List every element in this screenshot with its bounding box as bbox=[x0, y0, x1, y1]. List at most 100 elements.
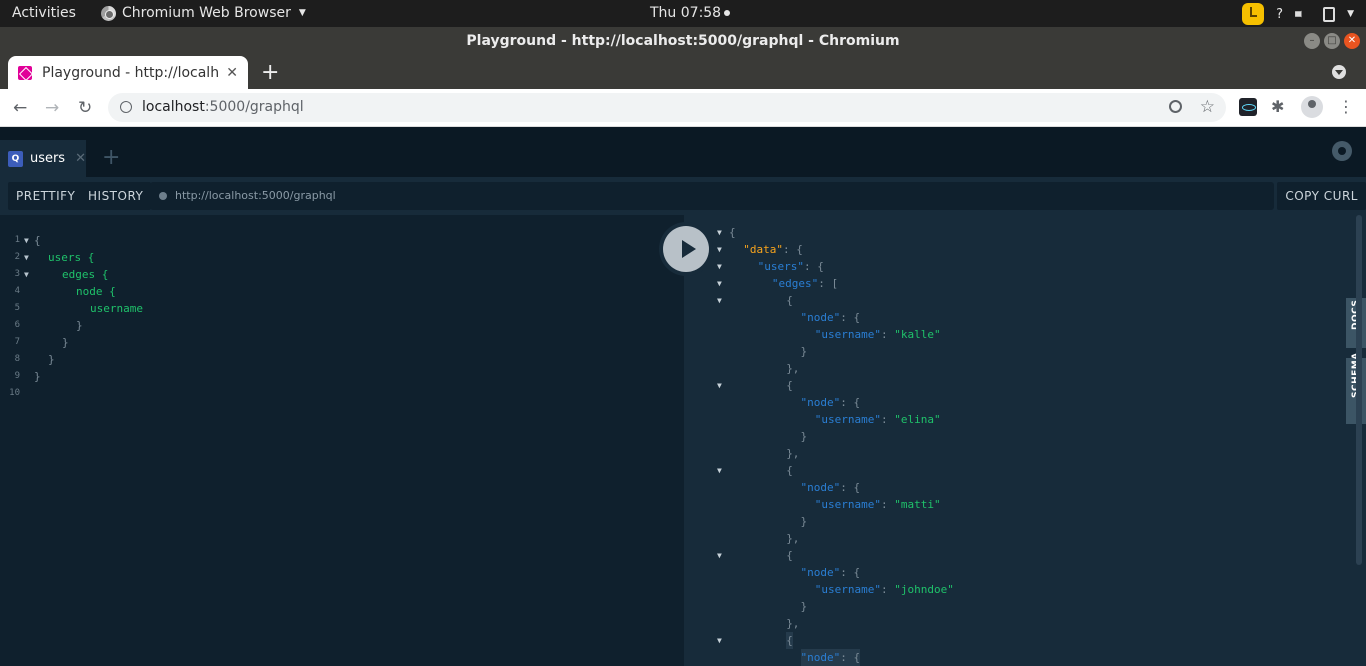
result-punct: { bbox=[786, 294, 793, 307]
copy-curl-button[interactable]: COPY CURL bbox=[1277, 182, 1366, 210]
fold-arrow-icon[interactable]: ▼ bbox=[717, 381, 722, 390]
execute-query-button[interactable] bbox=[659, 222, 713, 276]
browser-tab[interactable]: Playground - http://localh ✕ bbox=[8, 56, 248, 89]
address-bar[interactable]: localhost:5000/graphql ☆ bbox=[108, 93, 1226, 122]
result-punct: { bbox=[786, 379, 793, 392]
profile-avatar-icon[interactable] bbox=[1301, 96, 1323, 118]
fold-arrow-icon[interactable]: ▼ bbox=[717, 228, 722, 237]
result-line: } bbox=[801, 598, 808, 615]
fold-arrow-icon[interactable]: ▼ bbox=[24, 249, 29, 266]
close-playground-tab-icon[interactable]: ✕ bbox=[75, 151, 86, 166]
zoom-icon[interactable] bbox=[1169, 100, 1182, 113]
fold-arrow-icon[interactable]: ▼ bbox=[717, 262, 722, 271]
fold-arrow-icon[interactable]: ▼ bbox=[717, 466, 722, 475]
bookmark-star-icon[interactable]: ☆ bbox=[1200, 93, 1215, 122]
query-line[interactable]: 5 username bbox=[0, 300, 680, 317]
browser-toolbar: ← → ↻ localhost:5000/graphql ☆ ✱ ⋮ bbox=[0, 89, 1366, 127]
result-key: "node" bbox=[800, 396, 841, 409]
query-line[interactable]: 1 ▼ { bbox=[0, 232, 680, 249]
query-line[interactable]: 10 bbox=[0, 385, 680, 402]
result-punct: } bbox=[800, 430, 808, 443]
fold-arrow-icon[interactable]: ▼ bbox=[24, 266, 29, 283]
result-punct: }, bbox=[786, 617, 800, 630]
query-line[interactable]: 4 node { bbox=[0, 283, 680, 300]
site-info-icon[interactable] bbox=[120, 101, 132, 113]
line-number: 4 bbox=[14, 286, 20, 296]
system-menu-arrow-icon[interactable]: ▼ bbox=[1347, 9, 1354, 19]
fold-arrow-icon[interactable]: ▼ bbox=[717, 551, 722, 560]
fold-arrow-icon[interactable]: ▼ bbox=[24, 232, 29, 249]
result-punct: }, bbox=[786, 447, 800, 460]
fold-arrow-icon[interactable]: ▼ bbox=[717, 279, 722, 288]
result-key: "users" bbox=[757, 260, 804, 273]
reload-icon[interactable]: ↻ bbox=[78, 98, 92, 118]
fold-arrow-icon[interactable]: ▼ bbox=[717, 245, 722, 254]
playground-tab-label: users bbox=[29, 151, 66, 166]
query-code: } bbox=[34, 370, 41, 383]
result-punct: { bbox=[729, 226, 736, 239]
endpoint-url: http://localhost:5000/graphql bbox=[175, 189, 336, 202]
line-number: 9 bbox=[14, 371, 20, 381]
clock[interactable]: Thu 07:58 bbox=[650, 5, 731, 21]
app-menu[interactable]: Chromium Web Browser ▼ bbox=[101, 5, 306, 21]
result-key: "node" bbox=[800, 481, 841, 494]
query-line[interactable]: 2 ▼ users { bbox=[0, 249, 680, 266]
result-key: "username" bbox=[814, 328, 882, 341]
result-scrollbar[interactable] bbox=[1356, 215, 1362, 565]
minimize-icon[interactable]: – bbox=[1304, 33, 1320, 49]
help-icon[interactable]: ? bbox=[1276, 7, 1283, 22]
result-value: "matti" bbox=[894, 498, 941, 511]
extensions-icon[interactable]: ✱ bbox=[1271, 97, 1289, 116]
tab-search-icon[interactable] bbox=[1332, 65, 1346, 79]
add-tab-icon[interactable]: + bbox=[102, 145, 120, 170]
result-line: } bbox=[801, 428, 808, 445]
query-line[interactable]: 8} bbox=[0, 351, 680, 368]
result-line: "data": { bbox=[743, 241, 803, 258]
query-line[interactable]: 9} bbox=[0, 368, 680, 385]
result-viewer[interactable]: ▼{▼ "data": {▼ "users": {▼ "edges": [▼{"nod… bbox=[684, 215, 1366, 666]
query-editor[interactable]: 1 ▼{2 ▼ users {3 ▼ edges {4 node {5 username 6} 7… bbox=[0, 215, 684, 666]
result-value: "johndoe" bbox=[894, 583, 954, 596]
graphql-favicon-icon bbox=[18, 65, 32, 80]
playground-tab-users[interactable]: Q users ✕ bbox=[0, 140, 86, 177]
fold-arrow-icon[interactable]: ▼ bbox=[717, 636, 722, 645]
settings-gear-icon[interactable] bbox=[1332, 141, 1352, 161]
result-punct: : { bbox=[840, 396, 861, 409]
result-punct: { bbox=[786, 549, 793, 562]
chevron-down-icon: ▼ bbox=[298, 8, 306, 18]
browser-menu-icon[interactable]: ⋮ bbox=[1338, 97, 1356, 116]
prettify-button[interactable]: PRETTIFY bbox=[8, 182, 84, 210]
result-value: "elina" bbox=[894, 413, 941, 426]
clock-app-icon[interactable] bbox=[1242, 3, 1265, 25]
forward-icon[interactable]: → bbox=[45, 98, 59, 118]
result-line: "username": "johndoe" bbox=[815, 581, 954, 598]
result-punct: { bbox=[786, 464, 793, 477]
result-punct: } bbox=[800, 345, 808, 358]
line-number: 3 bbox=[14, 269, 20, 279]
fold-arrow-icon[interactable]: ▼ bbox=[717, 296, 722, 305]
notification-dot-icon bbox=[724, 10, 731, 16]
speaker-icon[interactable] bbox=[1295, 7, 1307, 21]
result-line: "node": { bbox=[800, 649, 861, 666]
history-button[interactable]: HISTORY bbox=[80, 182, 152, 210]
activities-button[interactable]: Activities bbox=[12, 5, 76, 21]
query-code: username bbox=[90, 302, 143, 315]
battery-icon[interactable] bbox=[1323, 6, 1336, 22]
react-devtools-icon[interactable] bbox=[1239, 98, 1257, 116]
system-tray[interactable]: ? ▼ bbox=[1242, 3, 1354, 25]
endpoint-input[interactable]: http://localhost:5000/graphql bbox=[150, 182, 1274, 210]
result-line: { bbox=[786, 292, 793, 309]
playground-toolbar: PRETTIFY HISTORY http://localhost:5000/g… bbox=[0, 177, 1366, 215]
maximize-icon[interactable]: □ bbox=[1324, 33, 1340, 49]
new-tab-icon[interactable]: + bbox=[261, 60, 279, 85]
result-punct: : bbox=[881, 583, 895, 596]
query-line[interactable]: 6} bbox=[0, 317, 680, 334]
close-window-icon[interactable]: ✕ bbox=[1344, 33, 1360, 49]
close-tab-icon[interactable]: ✕ bbox=[226, 65, 238, 81]
query-line[interactable]: 7} bbox=[0, 334, 680, 351]
window-controls: – □ ✕ bbox=[1304, 33, 1360, 49]
query-line[interactable]: 3 ▼ edges { bbox=[0, 266, 680, 283]
play-icon bbox=[663, 226, 709, 272]
back-icon[interactable]: ← bbox=[13, 98, 27, 118]
result-line: { bbox=[786, 632, 793, 649]
